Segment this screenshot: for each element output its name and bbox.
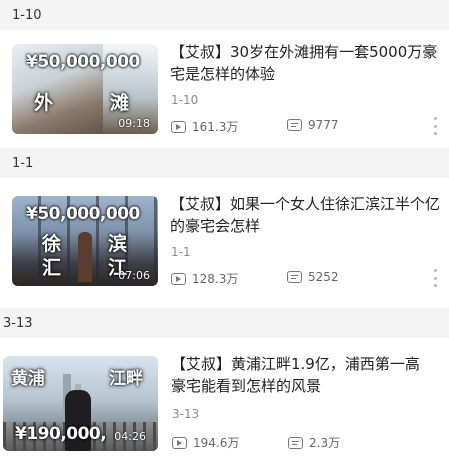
thumbnail-price: ¥50,000,000 [26,204,140,224]
video-date: 1-10 [171,93,199,107]
video-card[interactable]: ¥50,000,000 徐汇 滨江 07:06 【艾叔】如果一个女人住徐汇滨江半… [0,190,449,302]
danmaku-count-icon [287,119,302,131]
video-title[interactable]: 【艾叔】黄浦江畔1.9亿，浦西第一高 [171,353,449,375]
view-count: 194.6万 [172,434,239,451]
video-duration: 04:26 [114,430,146,443]
more-vertical-icon[interactable] [433,117,437,135]
play-count-icon [172,436,187,449]
danmaku-count-value: 5252 [308,270,339,284]
date-group-label: 1-1 [12,155,34,171]
video-duration: 07:06 [118,269,150,282]
danmaku-count: 2.3万 [288,434,340,451]
video-date: 3-13 [172,407,200,421]
video-thumbnail[interactable]: 黄浦 江畔 ¥190,000, 04:26 [3,356,158,451]
thumbnail-location-right: 滩 [110,92,130,114]
play-count-icon [171,120,186,133]
danmaku-count-icon [287,271,302,283]
danmaku-count: 9777 [287,118,339,132]
date-group-header: 1-1 [0,148,449,178]
more-vertical-icon[interactable] [433,269,437,287]
danmaku-count-value: 9777 [308,118,339,132]
date-group-header: 3-13 [0,308,449,338]
date-group-header: 1-10 [0,0,449,30]
danmaku-count: 5252 [287,270,339,284]
danmaku-count-icon [288,436,303,449]
video-thumbnail[interactable]: ¥50,000,000 徐汇 滨江 07:06 [12,196,158,286]
thumbnail-price: ¥50,000,000 [26,52,140,72]
danmaku-count-value: 2.3万 [309,436,341,450]
video-thumbnail[interactable]: ¥50,000,000 外 滩 09:18 [12,44,158,134]
thumbnail-location-left: 徐汇 [42,233,62,279]
video-date: 1-1 [171,245,191,259]
video-duration: 09:18 [118,117,150,130]
view-count-value: 194.6万 [193,436,240,450]
thumbnail-location-left: 外 [34,92,54,114]
play-count-icon [171,272,186,285]
thumbnail-person [78,232,92,282]
thumbnail-location-left: 黄浦 [11,369,45,389]
thumbnail-location-right: 江畔 [109,369,143,389]
video-card[interactable]: 黄浦 江畔 ¥190,000, 04:26 【艾叔】黄浦江畔1.9亿，浦西第一高… [0,348,449,465]
date-group-label: 3-13 [3,315,33,331]
video-title[interactable]: 【艾叔】30岁在外滩拥有一套5000万豪宅是怎样的体验 [170,41,440,85]
video-title[interactable]: 【艾叔】如果一个女人住徐汇滨江半个亿的豪宅会怎样 [170,193,440,237]
view-count-value: 128.3万 [192,272,239,286]
view-count-value: 161.3万 [192,120,239,134]
video-title-line2[interactable]: 豪宅能看到怎样的风景 [171,375,449,397]
view-count: 128.3万 [171,270,238,287]
video-card[interactable]: ¥50,000,000 外 滩 09:18 【艾叔】30岁在外滩拥有一套5000… [0,38,449,150]
thumbnail-price: ¥190,000, [15,424,107,444]
date-group-label: 1-10 [12,7,42,23]
view-count: 161.3万 [171,118,238,135]
